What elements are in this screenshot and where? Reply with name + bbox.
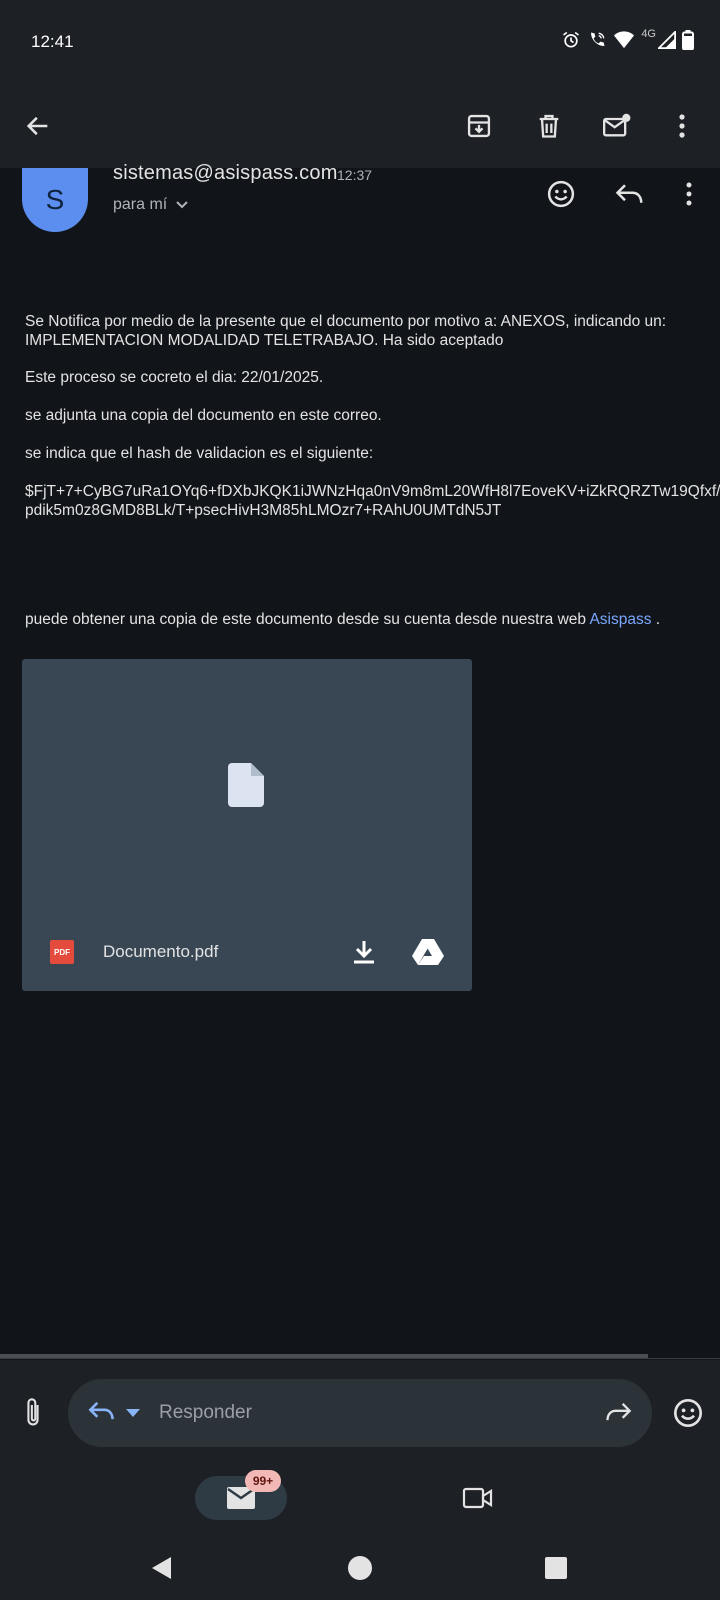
message-time: 12:37 [337, 167, 373, 183]
attachment-card[interactable]: PDF Documento.pdf [22, 659, 472, 991]
delete-icon [539, 114, 559, 138]
add-reaction-button[interactable] [539, 172, 583, 216]
more-vert-icon [679, 114, 685, 138]
circle-home-icon [348, 1556, 372, 1580]
system-navigation-bar [0, 1536, 720, 1600]
wifi-calling-icon [587, 30, 607, 50]
download-button[interactable] [349, 937, 379, 967]
divider [0, 1358, 720, 1359]
avatar[interactable]: S [22, 168, 88, 232]
reply-icon[interactable] [88, 1399, 116, 1423]
emoji-reaction-button[interactable] [668, 1393, 708, 1433]
more-vert-icon [686, 182, 692, 206]
mark-unread-icon [603, 113, 631, 137]
recipient-label: para mí [113, 196, 168, 213]
chevron-down-icon [176, 201, 188, 209]
reply-input[interactable]: Responder [68, 1379, 652, 1447]
asispass-link[interactable]: Asispass [589, 611, 651, 628]
attachment-file-name: Documento.pdf [103, 942, 219, 961]
email-toolbar [0, 84, 720, 168]
body-paragraph: se indica que el hash de validacion es e… [25, 445, 374, 462]
save-to-drive-button[interactable] [411, 937, 445, 967]
body-text: . [651, 611, 661, 628]
triangle-back-icon [152, 1557, 171, 1579]
unread-count-badge: 99+ [245, 1470, 281, 1492]
meet-tab[interactable] [456, 1478, 500, 1518]
reply-placeholder: Responder [159, 1402, 252, 1423]
back-arrow-icon [26, 116, 48, 136]
more-options-button[interactable] [658, 102, 706, 150]
system-back-button[interactable] [144, 1550, 180, 1586]
attach-button[interactable] [14, 1394, 52, 1432]
hash-line: $FjT+7+CyBG7uRa1OYq6+fDXbJKQK1iJWNzHqa0n… [25, 483, 720, 500]
back-button[interactable] [14, 102, 62, 150]
quick-reply-bar: Responder [0, 1360, 720, 1464]
body-paragraph: se adjunta una copia del documento en es… [25, 407, 382, 424]
body-text: puede obtener una copia de este document… [25, 611, 586, 628]
message-header: S sistemas@asispass.com 12:37 para mí [0, 162, 720, 248]
paperclip-icon [27, 1398, 39, 1426]
wifi-icon [613, 30, 635, 50]
body-line: Se Notifica por medio de la presente que… [25, 313, 667, 330]
google-drive-icon [412, 939, 444, 965]
status-bar: 12:41 4G [0, 0, 720, 84]
square-recents-icon [545, 1557, 567, 1579]
download-icon [354, 941, 374, 964]
hash-line: pdik5m0z8GMD8BLk/T+psecHivH3M85hLMOzr7+R… [25, 502, 502, 519]
bottom-navigation: 99+ [0, 1464, 720, 1536]
system-recents-button[interactable] [538, 1550, 574, 1586]
caret-down-icon[interactable] [126, 1409, 140, 1417]
emoji-icon [674, 1399, 702, 1427]
video-camera-icon [462, 1487, 493, 1509]
mark-unread-button[interactable] [593, 102, 641, 150]
status-icons: 4G [561, 28, 694, 50]
archive-button[interactable] [455, 102, 503, 150]
network-type-label: 4G [641, 28, 656, 40]
system-home-button[interactable] [342, 1550, 378, 1586]
emoji-icon [547, 180, 575, 208]
reply-button[interactable] [608, 172, 652, 216]
alarm-icon [561, 30, 581, 50]
body-paragraph: puede obtener una copia de este document… [25, 610, 705, 629]
document-icon [228, 763, 264, 812]
status-time: 12:41 [31, 32, 74, 51]
sender-email[interactable]: sistemas@asispass.com [113, 162, 338, 185]
pdf-file-icon: PDF [50, 940, 74, 964]
hash-value: $FjT+7+CyBG7uRa1OYq6+fDXbJKQK1iJWNzHqa0n… [25, 482, 720, 520]
body-paragraph: Este proceso se cocreto el dia: 22/01/20… [25, 369, 324, 386]
archive-icon [467, 114, 491, 138]
forward-icon[interactable] [604, 1400, 632, 1424]
delete-button[interactable] [525, 102, 573, 150]
battery-icon [682, 30, 694, 50]
reply-icon [615, 184, 643, 203]
signal-icon [658, 31, 676, 49]
body-paragraph: Se Notifica por medio de la presente que… [25, 312, 705, 350]
recipient-details-toggle[interactable]: para mí [113, 196, 189, 214]
body-line: IMPLEMENTACION MODALIDAD TELETRABAJO. Ha… [25, 332, 504, 349]
message-more-button[interactable] [667, 172, 711, 216]
